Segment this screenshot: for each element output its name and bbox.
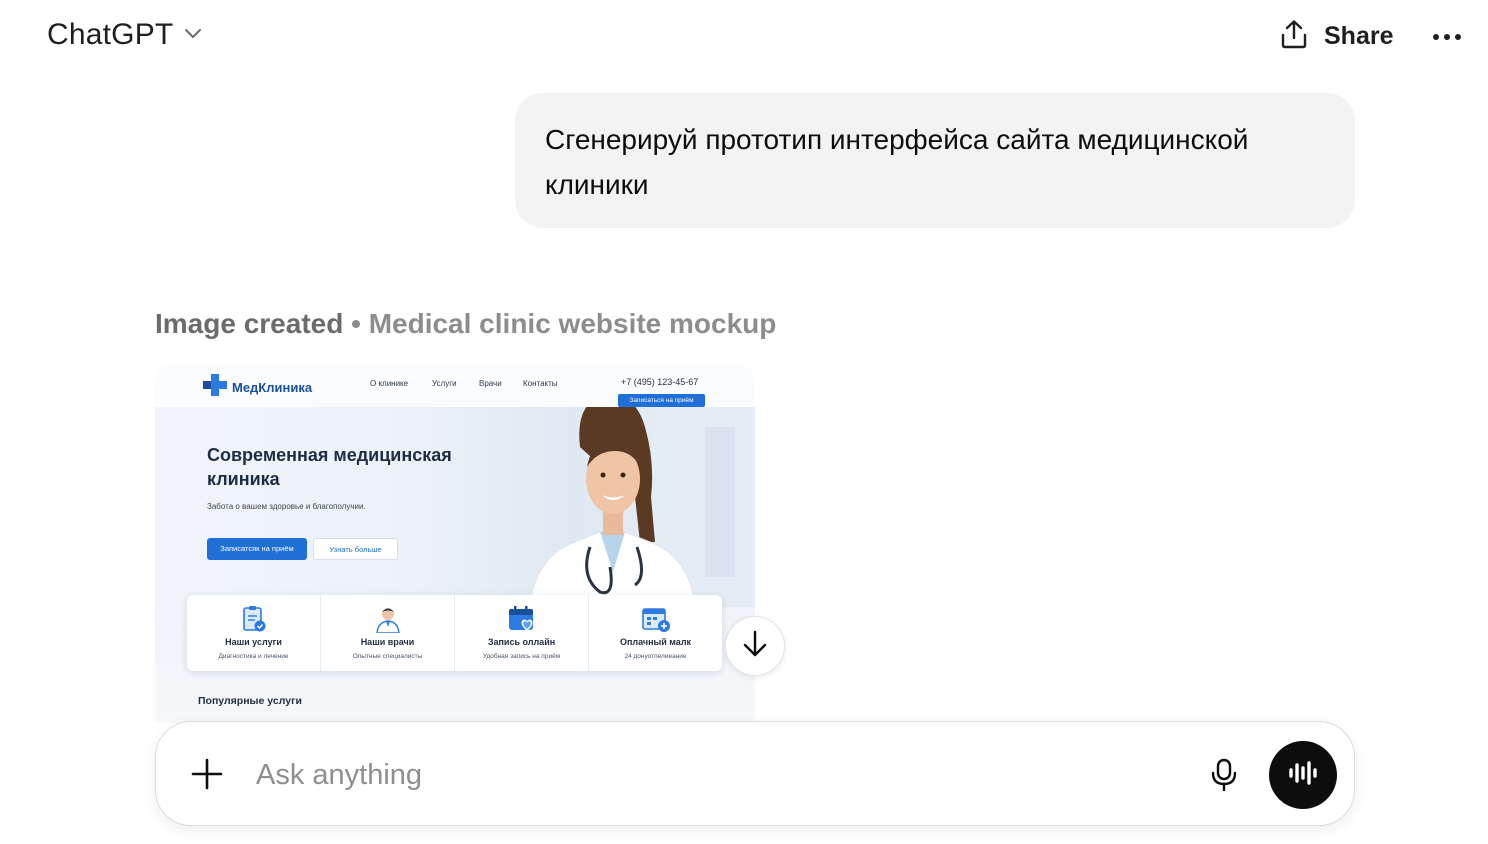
- prompt-input[interactable]: [254, 750, 1158, 800]
- mockup-feature-cards: Наши услуги Диагностика и лечение Наши в…: [187, 595, 722, 671]
- mockup-card-title: Оплачный малк: [619, 637, 692, 647]
- mockup-nav-doctors: Врачи: [479, 379, 502, 388]
- model-selector[interactable]: ChatGPT: [47, 18, 203, 52]
- image-title: Medical clinic website mockup: [368, 308, 777, 339]
- mockup-card-title: Запись оллайн: [487, 637, 556, 647]
- model-name: ChatGPT: [47, 18, 174, 51]
- mockup-card-title: Наши услуги: [225, 637, 282, 647]
- more-options-button[interactable]: [1432, 24, 1462, 55]
- user-message-bubble: Сгенерируй прототип интерфейса сайта мед…: [515, 93, 1355, 228]
- mockup-nav-about: О клинике: [370, 379, 409, 388]
- doctor-icon: [375, 605, 401, 638]
- mockup-phone: +7 (495) 123-45-67: [621, 377, 699, 387]
- mockup-card-title: Наши врачи: [360, 637, 415, 647]
- voice-mode-button[interactable]: [1269, 741, 1337, 809]
- mockup-header: МедКлиника О клинике Услуги Врачи Контак…: [155, 363, 755, 408]
- chevron-down-icon: [183, 26, 203, 45]
- mockup-card: Наши врачи Опытные специалисты: [321, 595, 455, 671]
- waveform-icon: [1287, 759, 1319, 792]
- mockup-logo: МедКлиника: [203, 374, 312, 401]
- mockup-card: Оплачный малк 24 донуотпелиеание: [589, 595, 722, 671]
- mockup-card: Запись оллайн Удобная запись на приём: [455, 595, 589, 671]
- add-attachment-button[interactable]: [190, 757, 224, 796]
- mockup-nav-services: Услуги: [432, 379, 457, 388]
- mockup-hero-title: Современная медицинская клиника: [207, 445, 452, 489]
- ellipsis-icon: [1432, 34, 1462, 54]
- microphone-icon: [1210, 758, 1238, 796]
- calendar-heart-icon: [507, 605, 537, 638]
- plus-icon: [190, 758, 224, 795]
- generated-image[interactable]: МедКлиника О клинике Услуги Врачи Контак…: [155, 363, 755, 723]
- mockup-primary-button: Записатсяк на приём: [207, 538, 307, 560]
- mockup-hero-subtitle: Забота о вашем здоровье и благополучии.: [207, 502, 366, 511]
- share-button[interactable]: Share: [1278, 18, 1393, 55]
- scroll-to-bottom-button[interactable]: [725, 616, 785, 676]
- arrow-down-icon: [741, 629, 769, 664]
- dictate-button[interactable]: [1210, 758, 1238, 797]
- share-label: Share: [1324, 22, 1394, 50]
- mockup-nav-contacts: Контакты: [523, 379, 558, 388]
- mockup-section-title: Популярные услуги: [198, 695, 302, 707]
- mockup-card-sub: Удобная запись на приём: [482, 653, 561, 660]
- share-icon: [1278, 18, 1310, 55]
- mockup-card: Наши услуги Диагностика и лечение: [187, 595, 321, 671]
- mockup-book-button: Записаться на приём: [618, 394, 705, 407]
- mockup-logo-text: МедКлиника: [232, 380, 313, 395]
- image-status-separator: •: [343, 308, 369, 339]
- mockup-card-sub: Опытные специалисты: [352, 653, 423, 660]
- mockup-card-sub: Диагностика и лечение: [218, 653, 289, 660]
- top-bar: ChatGPT Share: [0, 0, 1488, 76]
- medical-cross-icon: [203, 374, 227, 401]
- image-status: Image created • Medical clinic website m…: [155, 308, 776, 340]
- composer: [155, 721, 1355, 826]
- image-status-label: Image created: [155, 308, 344, 339]
- mockup-card-sub: 24 донуотпелиеание: [624, 653, 687, 660]
- calendar-plus-icon: [641, 605, 671, 638]
- doctor-illustration: [505, 394, 755, 608]
- user-message-text: Сгенерируй прототип интерфейса сайта мед…: [545, 124, 1249, 200]
- mockup-secondary-button: Узнать больше: [313, 538, 398, 560]
- clipboard-icon: [241, 605, 267, 638]
